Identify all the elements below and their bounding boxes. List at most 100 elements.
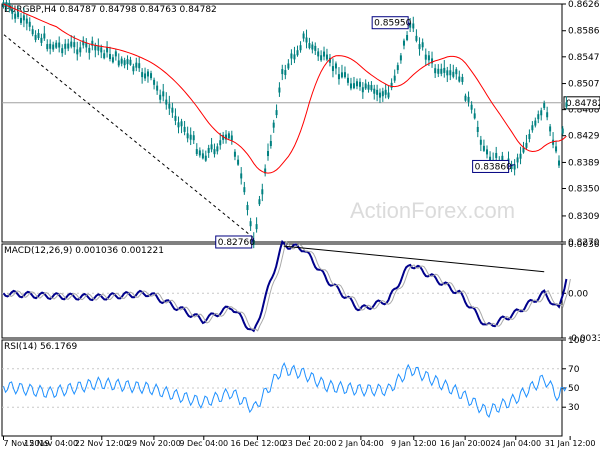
- candle-body: [482, 145, 485, 151]
- candle-body: [486, 149, 489, 155]
- candle-body: [198, 150, 201, 156]
- candle-body: [565, 102, 568, 108]
- candle-body: [64, 43, 67, 49]
- main-y-tick-label: 0.85070: [568, 80, 600, 90]
- candle-body: [528, 134, 531, 140]
- candle-body: [461, 76, 464, 82]
- rsi-y-tick-label: 30: [568, 403, 580, 413]
- chart-canvas: EURGBP,H4 0.84787 0.84798 0.84763 0.8478…: [1, 0, 600, 448]
- candle-body: [255, 224, 258, 230]
- rsi-y-tick-label: 70: [568, 365, 580, 375]
- candle-body: [317, 51, 320, 57]
- rsi-y-tick-label: 100: [568, 336, 585, 346]
- candle-body: [337, 74, 340, 80]
- candle-body: [549, 126, 552, 132]
- candle-body: [207, 147, 210, 153]
- candle-body: [37, 33, 40, 39]
- candle-body: [25, 18, 28, 24]
- candle-body: [546, 112, 549, 118]
- candle-body: [352, 83, 355, 89]
- main-y-tick-label: 0.85860: [568, 27, 600, 37]
- candle-body: [17, 12, 20, 18]
- candle-body: [370, 85, 373, 91]
- candle-body: [434, 68, 437, 74]
- candle-body: [22, 15, 25, 21]
- candle-body: [94, 45, 97, 51]
- watermark: ActionForex.com: [350, 198, 515, 223]
- candle-body: [440, 68, 443, 74]
- candle-body: [396, 65, 399, 71]
- candle-body: [204, 155, 207, 161]
- x-tick-label: 9 Dec 04:00: [179, 439, 228, 448]
- candle-body: [470, 104, 473, 110]
- candle-body: [387, 92, 390, 98]
- candle-body: [70, 41, 73, 47]
- macd-y-tick-label: 0.003654: [568, 240, 600, 250]
- candle-body: [31, 29, 34, 35]
- candle-body: [293, 54, 296, 60]
- candle-body: [129, 59, 132, 65]
- current-price-label: 0.84782: [566, 99, 600, 109]
- candle-body: [343, 72, 346, 78]
- candle-body: [267, 151, 270, 157]
- x-tick-label: 22 Nov 12:00: [75, 439, 129, 448]
- candle-body: [177, 122, 180, 128]
- candle-body: [61, 48, 64, 54]
- candle-body: [243, 187, 246, 193]
- candle-body: [464, 95, 467, 101]
- candle-body: [479, 139, 482, 145]
- candle-body: [153, 79, 156, 85]
- candle-body: [240, 173, 243, 179]
- candle-body: [418, 44, 421, 50]
- candle-body: [278, 87, 281, 93]
- candle-body: [275, 110, 278, 116]
- candle-body: [120, 58, 123, 64]
- candle-body: [415, 35, 418, 41]
- candle-body: [393, 75, 396, 81]
- x-tick-label: 24 Jan 04:00: [490, 439, 541, 448]
- candle-body: [192, 135, 195, 141]
- candle-body: [473, 113, 476, 119]
- candle-body: [384, 89, 387, 95]
- candle-body: [58, 42, 61, 48]
- candle-body: [201, 153, 204, 159]
- candle-body: [376, 89, 379, 95]
- candle-body: [159, 94, 162, 100]
- candle-body: [561, 128, 564, 134]
- candle-body: [495, 152, 498, 158]
- candle-body: [146, 71, 149, 77]
- candle-body: [180, 121, 183, 127]
- candle-body: [525, 142, 528, 148]
- candle-body: [412, 23, 415, 29]
- candle-body: [272, 122, 275, 128]
- candle-body: [346, 77, 349, 83]
- candle-body: [402, 40, 405, 46]
- candle-body: [355, 81, 358, 87]
- candle-body: [237, 159, 240, 165]
- x-tick-label: 29 Nov 20:00: [127, 439, 181, 448]
- candle-body: [381, 91, 384, 97]
- annotation-label: 0.83860: [475, 162, 512, 172]
- main-y-tick-label: 0.83500: [568, 185, 600, 195]
- candle-body: [455, 69, 458, 75]
- candle-body: [219, 140, 222, 146]
- candle-body: [135, 62, 138, 68]
- candle-body: [230, 135, 233, 141]
- candle-body: [216, 146, 219, 152]
- candle-body: [49, 43, 52, 49]
- x-tick-label: 16 Dec 12:00: [230, 439, 284, 448]
- candle-body: [106, 47, 109, 53]
- candle-body: [281, 69, 284, 75]
- main-y-tick-label: 0.85470: [568, 53, 600, 63]
- candle-body: [269, 141, 272, 147]
- candle-body: [19, 17, 22, 23]
- candle-body: [126, 59, 129, 65]
- main-y-tick-label: 0.83090: [568, 212, 600, 222]
- candle-body: [55, 42, 58, 48]
- candle-body: [421, 42, 424, 48]
- annotation-label: 0.82760: [218, 238, 255, 248]
- candle-body: [308, 43, 311, 49]
- candle-body: [290, 53, 293, 59]
- candle-body: [76, 49, 79, 55]
- candle-body: [331, 66, 334, 72]
